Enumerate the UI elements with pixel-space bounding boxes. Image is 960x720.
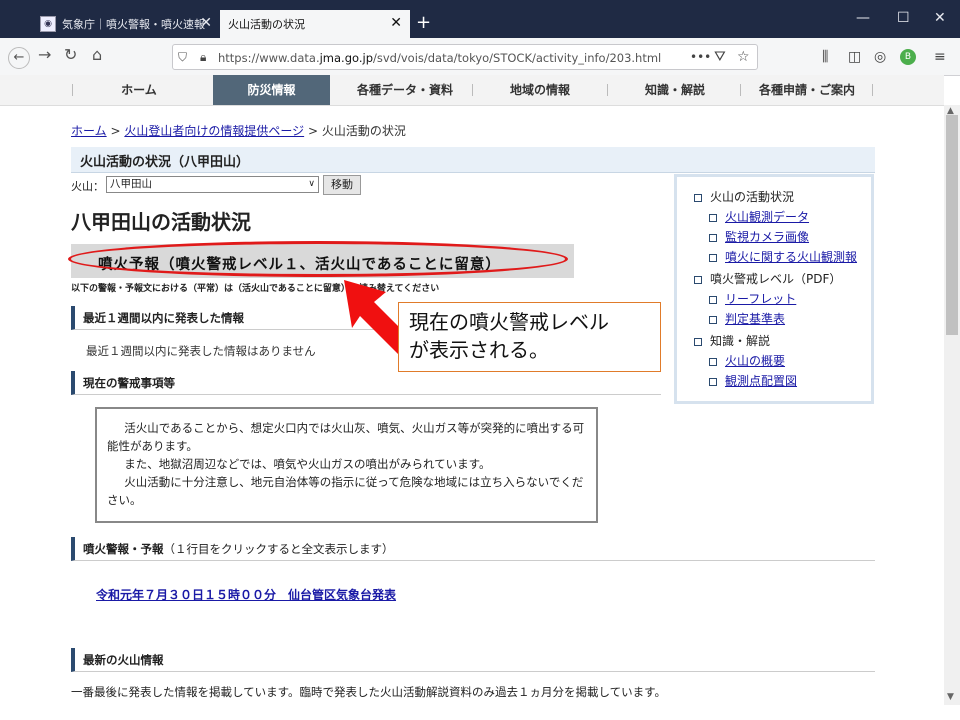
menu-divider: [607, 84, 608, 96]
bullet-icon: [709, 213, 717, 222]
window-close-icon[interactable]: ✕: [934, 10, 946, 26]
sidebar-group-title: 噴火警戒レベル（PDF）: [710, 272, 842, 286]
activity-heading: 八甲田山の活動状況: [71, 210, 251, 234]
menu-hamburger-icon[interactable]: ≡: [934, 49, 946, 65]
sidebar-link-text[interactable]: 火山観測データ: [725, 210, 809, 224]
sidebar-link-text[interactable]: リーフレット: [725, 292, 796, 306]
volcano-select-value: 八甲田山: [110, 178, 152, 190]
minimize-icon[interactable]: —: [856, 10, 870, 26]
section-latest-title: 最新の火山情報: [71, 648, 875, 672]
menu-home[interactable]: ホーム: [74, 75, 204, 105]
callout-box: 現在の噴火警戒レベル が表示される。: [398, 302, 661, 372]
tab-label: 気象庁｜噴火警報・噴火速報: [62, 18, 205, 31]
scrollbar-thumb[interactable]: [946, 115, 958, 335]
back-icon[interactable]: ←: [8, 47, 30, 69]
page-title: 火山活動の状況（八甲田山）: [80, 155, 250, 170]
page-actions-icon[interactable]: •••: [690, 50, 711, 64]
breadcrumb-home-link[interactable]: ホーム: [71, 124, 107, 138]
sidebar-link-text[interactable]: 火山の概要: [725, 354, 785, 368]
bullet-icon: [709, 253, 717, 262]
warning-paragraph: 活火山であることから、想定火口内では火山灰、噴気、火山ガス等が突発的に噴出する可…: [107, 421, 585, 453]
bullet-icon: [694, 275, 702, 284]
menu-divider: [740, 84, 741, 96]
site-favicon-icon: ◉: [40, 16, 56, 32]
menu-applications[interactable]: 各種申請・ご案内: [742, 75, 872, 105]
section-bulletin-title: 噴火警報・予報（１行目をクリックすると全文表示します）: [71, 537, 875, 561]
pocket-icon[interactable]: ⛛: [714, 49, 726, 65]
recent-none-text: 最近１週間以内に発表した情報はありません: [86, 344, 316, 358]
maximize-icon[interactable]: ☐: [897, 10, 910, 26]
sidebar-link-text[interactable]: 監視カメラ画像: [725, 230, 809, 244]
callout-line: 現在の噴火警戒レベル: [409, 310, 609, 334]
warning-paragraph: 火山活動に十分注意し、地元自治体等の指示に従って危険な地域には立ち入らないでくだ…: [107, 475, 584, 507]
extension-badge-icon[interactable]: B: [900, 49, 916, 65]
menu-divider: [872, 84, 873, 96]
warning-paragraph: また、地獄沼周辺などでは、噴気や火山ガスの噴出がみられています。: [124, 457, 491, 471]
bullet-icon: [709, 315, 717, 324]
sidebar-link-criteria[interactable]: 判定基準表: [709, 310, 785, 327]
library-icon[interactable]: ⫼: [822, 49, 828, 65]
reload-icon[interactable]: ↻: [64, 45, 77, 64]
bullet-icon: [694, 337, 702, 346]
bulletin-subtitle: （１行目をクリックすると全文表示します）: [163, 542, 394, 556]
red-highlight-ellipse: [68, 241, 568, 277]
callout-line: が表示される。: [409, 338, 549, 362]
new-tab-plus-icon[interactable]: +: [416, 12, 431, 33]
move-button[interactable]: 移動: [323, 175, 361, 195]
menu-regional[interactable]: 地域の情報: [475, 75, 605, 105]
volcano-select[interactable]: 八甲田山 ∨: [106, 176, 319, 193]
breadcrumb: ホーム > 火山登山者向けの情報提供ページ > 火山活動の状況: [71, 122, 406, 139]
sidebar-link-text[interactable]: 判定基準表: [725, 312, 785, 326]
tab-jma-eruption-warnings[interactable]: ◉ 気象庁｜噴火警報・噴火速報 ✕: [32, 10, 220, 38]
sidebar-link-text[interactable]: 噴火に関する火山観測報: [725, 250, 857, 264]
sidebar-icon[interactable]: ◫: [848, 49, 861, 65]
bullet-icon: [709, 233, 717, 242]
bullet-icon: [694, 193, 702, 202]
scroll-down-icon[interactable]: ▼: [947, 692, 954, 702]
account-icon[interactable]: ◎: [874, 49, 886, 65]
close-icon[interactable]: ✕: [200, 15, 212, 31]
sidebar-group-title: 知識・解説: [710, 334, 771, 348]
sidebar-group-knowledge: 知識・解説: [694, 332, 770, 349]
sidebar-link-leaflet[interactable]: リーフレット: [709, 290, 796, 307]
breadcrumb-separator: >: [307, 124, 319, 138]
warning-box: 活火山であることから、想定火口内では火山灰、噴気、火山ガス等が突発的に噴出する可…: [95, 407, 598, 523]
latest-note: 一番最後に発表した情報を掲載しています。臨時で発表した火山活動解説資料のみ過去１…: [71, 685, 667, 699]
menu-disaster-info[interactable]: 防災情報: [213, 75, 330, 105]
bookmark-star-icon[interactable]: ☆: [737, 49, 750, 65]
sidebar-link-station-map[interactable]: 観測点配置図: [709, 372, 797, 389]
sidebar-group-title: 火山の活動状況: [710, 190, 795, 204]
sidebar-group-activity: 火山の活動状況: [694, 188, 794, 205]
lock-icon[interactable]: 🔒︎: [200, 50, 206, 65]
menu-knowledge[interactable]: 知識・解説: [610, 75, 740, 105]
close-icon[interactable]: ✕: [390, 15, 402, 31]
menu-divider: [72, 84, 73, 96]
sidebar-link-text[interactable]: 観測点配置図: [725, 374, 797, 388]
tab-label: 火山活動の状況: [228, 18, 305, 31]
home-icon[interactable]: ⌂: [92, 45, 102, 64]
sidebar-group-alert-level: 噴火警戒レベル（PDF）: [694, 270, 841, 287]
shield-icon[interactable]: ⛉: [178, 50, 187, 65]
volcano-select-label: 火山：: [71, 180, 104, 193]
url-text[interactable]: https://www.data.jma.go.jp/svd/vois/data…: [218, 51, 661, 65]
breadcrumb-separator: >: [110, 124, 121, 138]
breadcrumb-parent-link[interactable]: 火山登山者向けの情報提供ページ: [124, 124, 304, 138]
tab-volcano-activity[interactable]: 火山活動の状況 ✕: [220, 10, 410, 38]
sidebar-link-camera[interactable]: 監視カメラ画像: [709, 228, 809, 245]
bulletin-title-text: 噴火警報・予報: [83, 542, 164, 556]
bulletin-link[interactable]: 令和元年７月３０日１５時００分 仙台管区気象台発表: [96, 586, 396, 603]
menu-divider: [472, 84, 473, 96]
forward-icon[interactable]: →: [38, 45, 51, 64]
bullet-icon: [709, 357, 717, 366]
sidebar-link-overview[interactable]: 火山の概要: [709, 352, 785, 369]
menu-data[interactable]: 各種データ・資料: [340, 75, 470, 105]
section-warning-title: 現在の警戒事項等: [71, 371, 661, 395]
breadcrumb-current: 火山活動の状況: [321, 124, 406, 138]
sidebar-link-observation-data[interactable]: 火山観測データ: [709, 208, 809, 225]
bullet-icon: [709, 377, 717, 386]
sidebar-link-eruption-report[interactable]: 噴火に関する火山観測報: [709, 248, 857, 265]
bullet-icon: [709, 295, 717, 304]
chevron-down-icon: ∨: [308, 179, 315, 189]
